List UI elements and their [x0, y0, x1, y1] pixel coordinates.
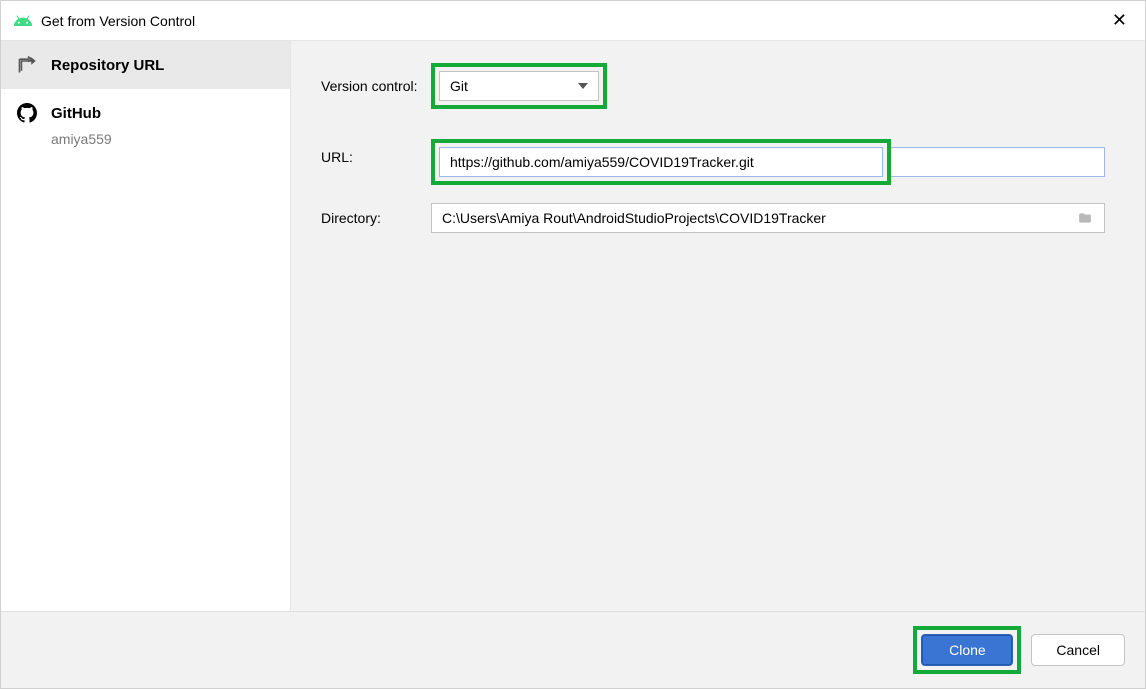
url-row: URL: https://github.com/amiya559/COVID19…	[321, 139, 1105, 185]
clone-highlight: Clone	[913, 626, 1021, 674]
url-input[interactable]: https://github.com/amiya559/COVID19Track…	[439, 147, 883, 177]
directory-label: Directory:	[321, 210, 431, 226]
directory-row: Directory: C:\Users\Amiya Rout\AndroidSt…	[321, 203, 1105, 233]
sidebar-item-label: Repository URL	[51, 57, 164, 74]
version-control-highlight: Git	[431, 63, 607, 109]
url-highlight: https://github.com/amiya559/COVID19Track…	[431, 139, 891, 185]
main-panel: Version control: Git URL: https://github…	[291, 41, 1145, 611]
titlebar-left: Get from Version Control	[13, 11, 195, 31]
close-icon[interactable]: ✕	[1106, 10, 1133, 31]
cancel-button[interactable]: Cancel	[1031, 634, 1125, 666]
sidebar-item-github-user: amiya559	[1, 131, 290, 147]
repository-url-icon	[17, 55, 37, 75]
folder-icon[interactable]	[1076, 211, 1094, 225]
version-control-select[interactable]: Git	[439, 71, 599, 101]
sidebar-item-label: GitHub	[51, 105, 101, 122]
android-icon	[13, 11, 33, 31]
version-control-row: Version control: Git	[321, 63, 1105, 109]
sidebar: Repository URL GitHub amiya559	[1, 41, 291, 611]
window-title: Get from Version Control	[41, 13, 195, 29]
url-label: URL:	[321, 139, 431, 165]
url-input-extension[interactable]	[891, 147, 1105, 177]
github-icon	[17, 103, 37, 123]
footer: Clone Cancel	[1, 611, 1145, 688]
directory-value: C:\Users\Amiya Rout\AndroidStudioProject…	[442, 210, 826, 226]
chevron-down-icon	[578, 83, 588, 89]
version-control-value: Git	[450, 78, 468, 94]
directory-input[interactable]: C:\Users\Amiya Rout\AndroidStudioProject…	[431, 203, 1105, 233]
version-control-label: Version control:	[321, 78, 431, 94]
sidebar-item-repository-url[interactable]: Repository URL	[1, 41, 290, 89]
sidebar-item-github[interactable]: GitHub	[1, 89, 290, 137]
url-value: https://github.com/amiya559/COVID19Track…	[450, 154, 754, 170]
titlebar: Get from Version Control ✕	[1, 1, 1145, 41]
clone-button[interactable]: Clone	[921, 634, 1013, 666]
